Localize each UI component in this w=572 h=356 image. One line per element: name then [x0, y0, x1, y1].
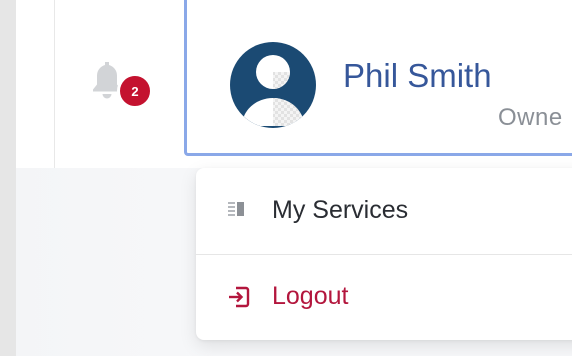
left-edge-strip	[0, 0, 16, 356]
user-name: Phil Smith	[343, 57, 492, 94]
services-list-icon	[228, 201, 248, 222]
user-role: Owne	[498, 104, 563, 131]
user-dropdown-menu: My Services Logout	[196, 168, 572, 340]
logout-icon	[228, 286, 250, 313]
menu-item-logout[interactable]: Logout	[196, 254, 572, 341]
menu-item-my-services[interactable]: My Services	[196, 168, 572, 254]
user-avatar-icon	[230, 42, 316, 128]
header-divider	[54, 0, 55, 168]
notification-count-badge: 2	[117, 73, 153, 109]
menu-item-label: Logout	[272, 282, 349, 310]
menu-item-label: My Services	[272, 196, 409, 224]
